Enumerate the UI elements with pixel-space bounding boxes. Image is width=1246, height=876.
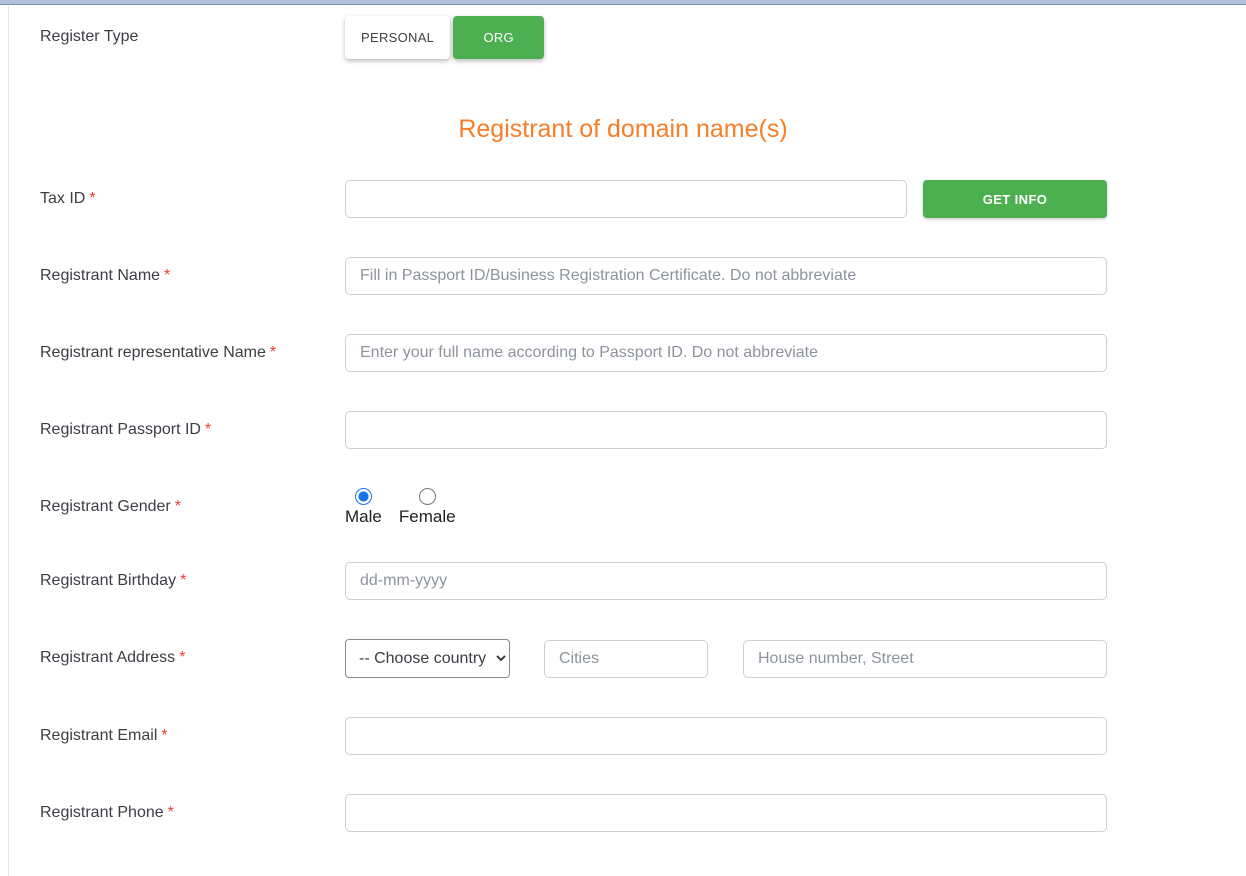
required-asterisk: * — [205, 421, 211, 438]
register-type-toggle: PERSONAL ORG — [345, 16, 544, 59]
representative-name-label: Registrant representative Name — [40, 344, 266, 361]
address-label: Registrant Address — [40, 649, 175, 666]
gender-row: Registrant Gender* Male Female — [0, 488, 1246, 527]
registrant-name-row: Registrant Name* — [0, 257, 1246, 295]
required-asterisk: * — [179, 649, 185, 666]
birthday-input[interactable] — [345, 562, 1107, 600]
phone-label: Registrant Phone — [40, 804, 164, 821]
panel-left-border — [8, 6, 9, 876]
page-title: Registrant of domain name(s) — [0, 115, 1246, 144]
street-input[interactable] — [743, 640, 1107, 678]
required-asterisk: * — [164, 267, 170, 284]
passport-id-row: Registrant Passport ID* — [0, 411, 1246, 449]
cities-input[interactable] — [544, 640, 708, 678]
org-button[interactable]: ORG — [453, 16, 544, 59]
tax-id-label: Tax ID — [40, 190, 85, 207]
registration-form: Register Type PERSONAL ORG Registrant of… — [0, 5, 1246, 832]
required-asterisk: * — [175, 498, 181, 515]
passport-id-label: Registrant Passport ID — [40, 421, 201, 438]
representative-name-input[interactable] — [345, 334, 1107, 372]
birthday-row: Registrant Birthday* — [0, 562, 1246, 600]
country-select[interactable]: -- Choose country -- — [345, 639, 510, 678]
required-asterisk: * — [168, 804, 174, 821]
gender-label: Registrant Gender — [40, 498, 171, 515]
registrant-name-input[interactable] — [345, 257, 1107, 295]
email-row: Registrant Email* — [0, 717, 1246, 755]
get-info-button[interactable]: GET INFO — [923, 180, 1107, 218]
gender-option-male[interactable]: Male — [345, 488, 382, 527]
address-row: Registrant Address* -- Choose country -- — [0, 639, 1246, 678]
required-asterisk: * — [180, 572, 186, 589]
email-input[interactable] — [345, 717, 1107, 755]
tax-id-input[interactable] — [345, 180, 907, 218]
register-type-row: Register Type PERSONAL ORG — [0, 15, 1246, 59]
required-asterisk: * — [89, 190, 95, 207]
representative-name-row: Registrant representative Name* — [0, 334, 1246, 372]
tax-id-row: Tax ID* GET INFO — [0, 180, 1246, 218]
gender-option-female[interactable]: Female — [399, 488, 456, 527]
email-label: Registrant Email — [40, 727, 157, 744]
female-radio-label: Female — [399, 507, 456, 527]
register-type-label: Register Type — [40, 27, 345, 48]
birthday-label: Registrant Birthday — [40, 572, 176, 589]
male-radio-label: Male — [345, 507, 382, 527]
registrant-name-label: Registrant Name — [40, 267, 160, 284]
personal-button[interactable]: PERSONAL — [345, 16, 450, 59]
phone-input[interactable] — [345, 794, 1107, 832]
male-radio[interactable] — [355, 488, 372, 505]
passport-id-input[interactable] — [345, 411, 1107, 449]
required-asterisk: * — [270, 344, 276, 361]
female-radio[interactable] — [419, 488, 436, 505]
required-asterisk: * — [161, 727, 167, 744]
phone-row: Registrant Phone* — [0, 794, 1246, 832]
